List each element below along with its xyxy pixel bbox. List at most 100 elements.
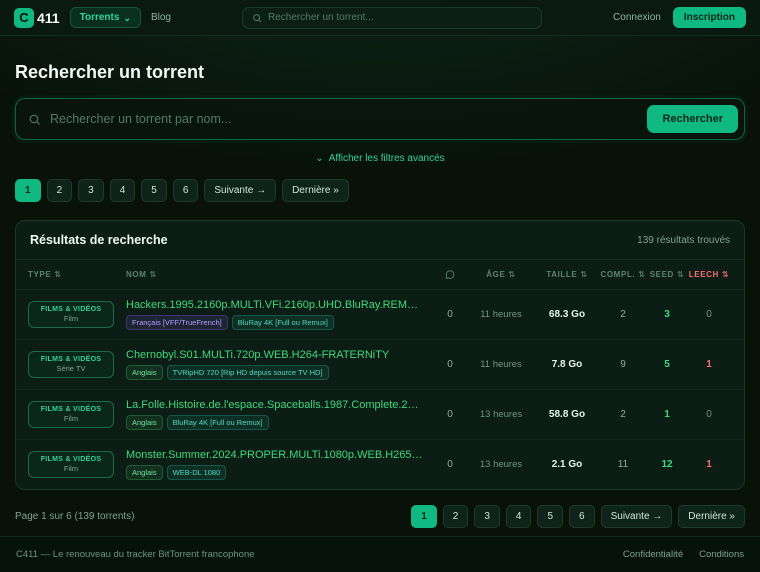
- column-name[interactable]: NOM⇅: [126, 270, 434, 279]
- privacy-link[interactable]: Confidentialité: [623, 549, 683, 560]
- header-search-input[interactable]: [268, 12, 532, 23]
- language-tag: Anglais: [126, 465, 163, 480]
- leech-value: 0: [686, 309, 732, 320]
- nav-blog-link[interactable]: Blog: [151, 12, 171, 23]
- results-title: Résultats de recherche: [30, 233, 168, 247]
- compl-value: 2: [598, 409, 648, 420]
- terms-link[interactable]: Conditions: [699, 549, 744, 560]
- page-button-6[interactable]: 6: [173, 179, 199, 202]
- category-badge[interactable]: FILMS & VIDÉOS Film: [28, 301, 114, 328]
- page-footer: C411 — Le renouveau du tracker BitTorren…: [0, 536, 760, 572]
- sort-icon: ⇅: [54, 270, 61, 279]
- size-value: 58.8 Go: [536, 409, 598, 420]
- subcategory-label: Film: [33, 464, 109, 473]
- table-header-row: TYPE⇅ NOM⇅ ÂGE⇅ TAILLE⇅ COMPL.⇅ SEED⇅: [16, 260, 744, 290]
- age-value: 11 heures: [466, 309, 536, 320]
- login-link[interactable]: Connexion: [613, 12, 661, 23]
- signup-button[interactable]: Inscription: [673, 7, 746, 28]
- sort-icon: ⇅: [722, 270, 729, 279]
- sort-icon: ⇅: [149, 270, 156, 279]
- page-button-4[interactable]: 4: [110, 179, 136, 202]
- category-badge[interactable]: FILMS & VIDÉOS Film: [28, 451, 114, 478]
- age-value: 11 heures: [466, 359, 536, 370]
- category-label: FILMS & VIDÉOS: [33, 456, 109, 463]
- last-page-button[interactable]: Dernière »: [282, 179, 349, 202]
- category-label: FILMS & VIDÉOS: [33, 306, 109, 313]
- page-button-6[interactable]: 6: [569, 505, 595, 528]
- page-button-5[interactable]: 5: [141, 179, 167, 202]
- nav-torrents-label: Torrents: [80, 12, 120, 23]
- site-logo[interactable]: C 411: [14, 8, 60, 28]
- torrent-name-link[interactable]: La.Folle.Histoire.de.l'espace.Spaceballs…: [126, 399, 424, 411]
- pagination-bottom: 1 2 3 4 5 6 Suivante → Dernière »: [411, 505, 745, 528]
- category-label: FILMS & VIDÉOS: [33, 356, 109, 363]
- table-row[interactable]: FILMS & VIDÉOS Film Monster.Summer.2024.…: [16, 440, 744, 489]
- sort-icon: ⇅: [638, 270, 645, 279]
- chevron-down-icon: ⌄: [123, 16, 131, 20]
- column-age[interactable]: ÂGE⇅: [466, 270, 536, 279]
- seed-value: 3: [648, 309, 686, 320]
- logo-mark: C: [14, 8, 34, 28]
- header-search-bar[interactable]: [242, 7, 542, 29]
- advanced-filters-toggle[interactable]: ⌄ Afficher les filtres avancés: [15, 153, 745, 164]
- column-comments[interactable]: [434, 270, 466, 280]
- page-summary: Page 1 sur 6 (139 torrents): [15, 511, 135, 522]
- torrent-name-link[interactable]: Chernobyl.S01.MULTi.720p.WEB.H264-FRATER…: [126, 349, 424, 361]
- category-badge[interactable]: FILMS & VIDÉOS Série TV: [28, 351, 114, 378]
- seed-value: 1: [648, 409, 686, 420]
- torrent-name-link[interactable]: Hackers.1995.2160p.MULTi.VFi.2160p.UHD.B…: [126, 299, 424, 311]
- column-compl[interactable]: COMPL.⇅: [598, 270, 648, 279]
- sort-icon: ⇅: [508, 270, 515, 279]
- next-page-button[interactable]: Suivante →: [601, 505, 673, 528]
- column-size[interactable]: TAILLE⇅: [536, 270, 598, 279]
- last-page-button[interactable]: Dernière »: [678, 505, 745, 528]
- page-button-5[interactable]: 5: [537, 505, 563, 528]
- page-button-1[interactable]: 1: [411, 505, 437, 528]
- search-icon: [28, 113, 41, 126]
- next-page-button[interactable]: Suivante →: [204, 179, 276, 202]
- table-row[interactable]: FILMS & VIDÉOS Série TV Chernobyl.S01.MU…: [16, 340, 744, 390]
- torrent-name-link[interactable]: Monster.Summer.2024.PROPER.MULTi.1080p.W…: [126, 449, 424, 461]
- table-row[interactable]: FILMS & VIDÉOS Film La.Folle.Histoire.de…: [16, 390, 744, 440]
- column-seed[interactable]: SEED⇅: [648, 270, 686, 279]
- logo-text: 411: [37, 10, 60, 26]
- column-leech[interactable]: LEECH⇅: [686, 270, 732, 279]
- page-button-2[interactable]: 2: [443, 505, 469, 528]
- language-tag: Anglais: [126, 415, 163, 430]
- sort-icon: ⇅: [580, 270, 587, 279]
- comments-count: 0: [434, 359, 466, 370]
- page-button-3[interactable]: 3: [78, 179, 104, 202]
- comments-count: 0: [434, 409, 466, 420]
- quality-tag: BluRay 4K [Full ou Remux]: [232, 315, 334, 330]
- page-button-4[interactable]: 4: [506, 505, 532, 528]
- table-row[interactable]: FILMS & VIDÉOS Film Hackers.1995.2160p.M…: [16, 290, 744, 340]
- compl-value: 9: [598, 359, 648, 370]
- footer-tagline: C411 — Le renouveau du tracker BitTorren…: [16, 549, 255, 560]
- subcategory-label: Film: [33, 414, 109, 423]
- category-badge[interactable]: FILMS & VIDÉOS Film: [28, 401, 114, 428]
- comment-icon: [445, 270, 455, 280]
- torrent-search-input[interactable]: [50, 112, 638, 126]
- page-button-2[interactable]: 2: [47, 179, 73, 202]
- leech-value: 1: [686, 359, 732, 370]
- page-title: Rechercher un torrent: [15, 62, 745, 83]
- size-value: 2.1 Go: [536, 459, 598, 470]
- seed-value: 5: [648, 359, 686, 370]
- compl-value: 11: [598, 459, 648, 470]
- comments-count: 0: [434, 459, 466, 470]
- seed-value: 12: [648, 459, 686, 470]
- main-content: Rechercher un torrent Rechercher ⌄ Affic…: [15, 36, 745, 536]
- leech-value: 1: [686, 459, 732, 470]
- compl-value: 2: [598, 309, 648, 320]
- results-count: 139 résultats trouvés: [637, 235, 730, 246]
- nav-torrents-menu[interactable]: Torrents ⌄: [70, 7, 141, 28]
- page-button-3[interactable]: 3: [474, 505, 500, 528]
- column-type[interactable]: TYPE⇅: [28, 270, 126, 279]
- search-results-card: Résultats de recherche 139 résultats tro…: [15, 220, 745, 490]
- torrent-search-box[interactable]: Rechercher: [15, 98, 745, 140]
- search-submit-button[interactable]: Rechercher: [647, 105, 738, 133]
- pagination-top: 1 2 3 4 5 6 Suivante → Dernière »: [15, 179, 745, 202]
- age-value: 13 heures: [466, 459, 536, 470]
- page-button-1[interactable]: 1: [15, 179, 41, 202]
- language-tag: Anglais: [126, 365, 163, 380]
